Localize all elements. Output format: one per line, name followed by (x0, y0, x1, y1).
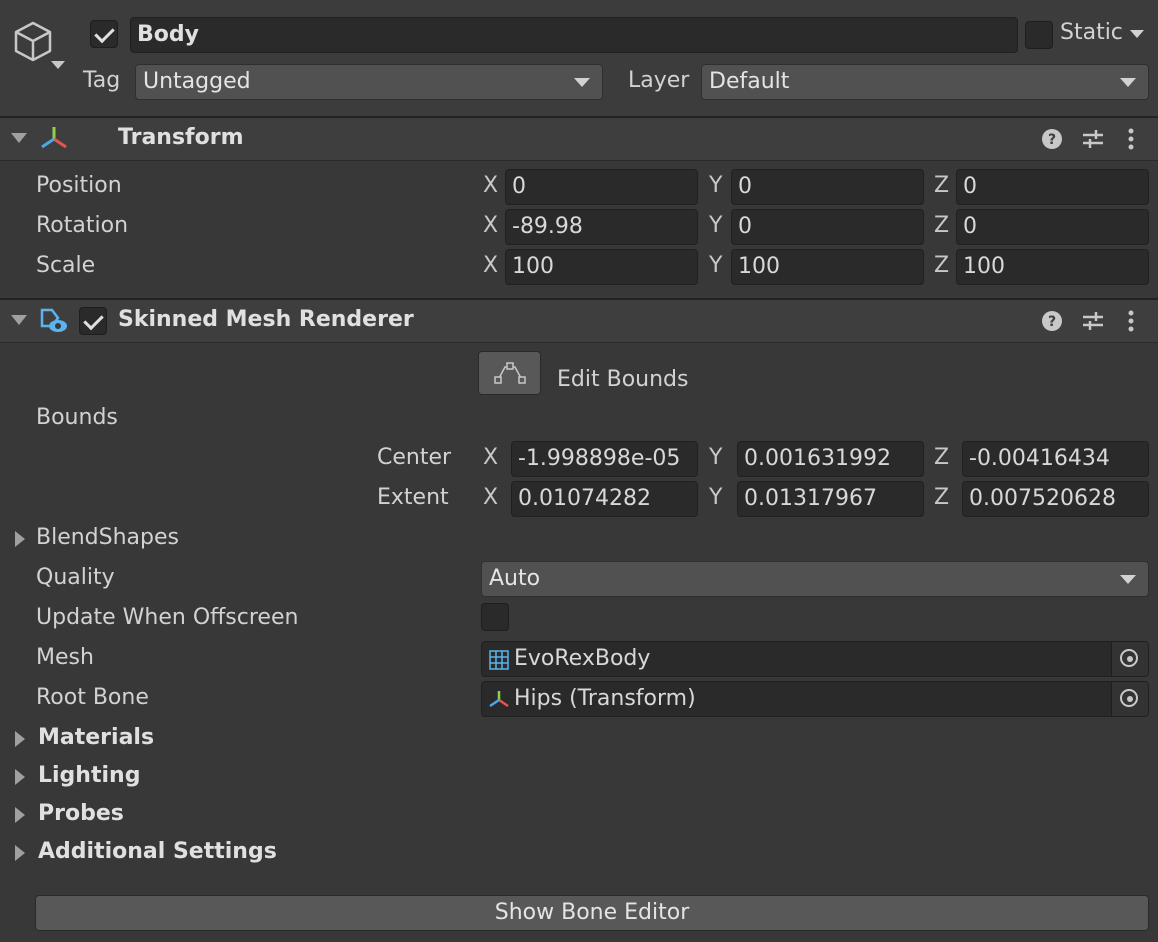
probes-foldout-icon[interactable] (15, 807, 25, 823)
lighting-label[interactable]: Lighting (38, 763, 140, 788)
center-label: Center (377, 445, 452, 470)
gameobject-name-field[interactable]: Body (130, 17, 1018, 53)
rotation-z-field[interactable]: 0 (956, 209, 1149, 245)
svg-text:?: ? (1048, 314, 1056, 330)
extent-z-field[interactable]: 0.007520628 (962, 481, 1149, 517)
root-bone-field[interactable]: Hips (Transform) (481, 681, 1149, 717)
probes-label[interactable]: Probes (38, 801, 124, 826)
materials-foldout-icon[interactable] (15, 731, 25, 747)
rotation-label: Rotation (36, 213, 129, 238)
tag-label: Tag (83, 68, 121, 93)
position-x-label[interactable]: X (483, 173, 498, 198)
transform-title: Transform (118, 125, 244, 150)
extent-z-label[interactable]: Z (934, 485, 949, 510)
svg-text:?: ? (1048, 132, 1056, 148)
extent-label: Extent (377, 485, 449, 510)
scale-x-label[interactable]: X (483, 253, 498, 278)
scale-y-label[interactable]: Y (709, 253, 722, 278)
rotation-x-label[interactable]: X (483, 213, 498, 238)
transform-foldout-icon[interactable] (11, 133, 27, 143)
chevron-down-icon (574, 78, 590, 87)
mesh-grid-icon (489, 650, 509, 670)
edit-bounds-button[interactable] (478, 351, 541, 395)
center-y-field[interactable]: 0.001631992 (737, 441, 924, 477)
layer-label: Layer (628, 68, 690, 93)
help-icon[interactable]: ? (1041, 310, 1063, 332)
more-menu-icon[interactable] (1125, 309, 1137, 333)
object-picker-icon[interactable] (1111, 642, 1148, 676)
center-y-label[interactable]: Y (709, 445, 722, 470)
checkmark-icon (94, 22, 115, 44)
scale-z-field[interactable]: 100 (956, 249, 1149, 285)
layer-dropdown[interactable]: Default (701, 64, 1149, 100)
extent-x-field[interactable]: 0.01074282 (511, 481, 698, 517)
chevron-down-icon (1120, 575, 1136, 584)
mesh-field[interactable]: EvoRexBody (481, 641, 1149, 677)
help-icon[interactable]: ? (1041, 128, 1063, 150)
bounds-label: Bounds (36, 405, 118, 430)
position-y-label[interactable]: Y (709, 173, 722, 198)
checkmark-icon (83, 309, 104, 331)
rotation-x-field[interactable]: -89.98 (505, 209, 698, 245)
position-z-field[interactable]: 0 (956, 169, 1149, 205)
skinned-enabled-checkbox[interactable] (79, 307, 107, 335)
transform-axes-icon (41, 127, 67, 149)
icon-dropdown-arrow[interactable] (51, 61, 65, 69)
position-label: Position (36, 173, 122, 198)
preset-icon[interactable] (1081, 310, 1105, 332)
scale-label: Scale (36, 253, 96, 278)
position-z-label[interactable]: Z (934, 173, 949, 198)
center-z-label[interactable]: Z (934, 445, 949, 470)
chevron-down-icon (1120, 78, 1136, 87)
static-label[interactable]: Static (1060, 20, 1123, 45)
rotation-y-field[interactable]: 0 (731, 209, 924, 245)
mesh-label: Mesh (36, 645, 94, 670)
quality-dropdown[interactable]: Auto (481, 561, 1149, 597)
active-checkbox[interactable] (90, 20, 118, 48)
cube-icon (14, 21, 52, 62)
edit-bounds-label: Edit Bounds (557, 367, 689, 392)
scale-y-field[interactable]: 100 (731, 249, 924, 285)
position-y-field[interactable]: 0 (731, 169, 924, 205)
edit-bounds-icon (493, 362, 526, 384)
static-dropdown-arrow[interactable] (1130, 30, 1144, 38)
center-z-field[interactable]: -0.00416434 (962, 441, 1149, 477)
lighting-foldout-icon[interactable] (15, 769, 25, 785)
rotation-z-label[interactable]: Z (934, 213, 949, 238)
skinned-mesh-icon (40, 308, 67, 332)
rotation-y-label[interactable]: Y (709, 213, 722, 238)
blendshapes-foldout-icon[interactable] (15, 531, 25, 547)
update-offscreen-label: Update When Offscreen (36, 605, 299, 630)
preset-icon[interactable] (1081, 128, 1105, 150)
quality-label: Quality (36, 565, 115, 590)
additional-settings-foldout-icon[interactable] (15, 845, 25, 861)
static-checkbox[interactable] (1025, 21, 1053, 49)
tag-dropdown[interactable]: Untagged (135, 64, 603, 100)
center-x-label[interactable]: X (483, 445, 498, 470)
layer-value: Default (709, 69, 790, 94)
transform-axes-icon (489, 691, 509, 708)
extent-y-field[interactable]: 0.01317967 (737, 481, 924, 517)
extent-y-label[interactable]: Y (709, 485, 722, 510)
more-menu-icon[interactable] (1125, 127, 1137, 151)
root-bone-value: Hips (Transform) (514, 686, 696, 711)
position-x-field[interactable]: 0 (505, 169, 698, 205)
additional-settings-label[interactable]: Additional Settings (38, 839, 277, 864)
tag-value: Untagged (143, 69, 251, 94)
extent-x-label[interactable]: X (483, 485, 498, 510)
quality-value: Auto (489, 566, 541, 591)
skinned-foldout-icon[interactable] (11, 315, 27, 325)
root-bone-label: Root Bone (36, 685, 149, 710)
skinned-mesh-title: Skinned Mesh Renderer (118, 307, 414, 332)
materials-label[interactable]: Materials (38, 725, 154, 750)
blendshapes-label[interactable]: BlendShapes (36, 525, 179, 550)
update-offscreen-checkbox[interactable] (481, 603, 509, 631)
scale-x-field[interactable]: 100 (505, 249, 698, 285)
center-x-field[interactable]: -1.998898e-05 (511, 441, 698, 477)
scale-z-label[interactable]: Z (934, 253, 949, 278)
object-picker-icon[interactable] (1111, 682, 1148, 716)
mesh-value: EvoRexBody (514, 646, 651, 671)
show-bone-editor-button[interactable]: Show Bone Editor (35, 895, 1149, 931)
